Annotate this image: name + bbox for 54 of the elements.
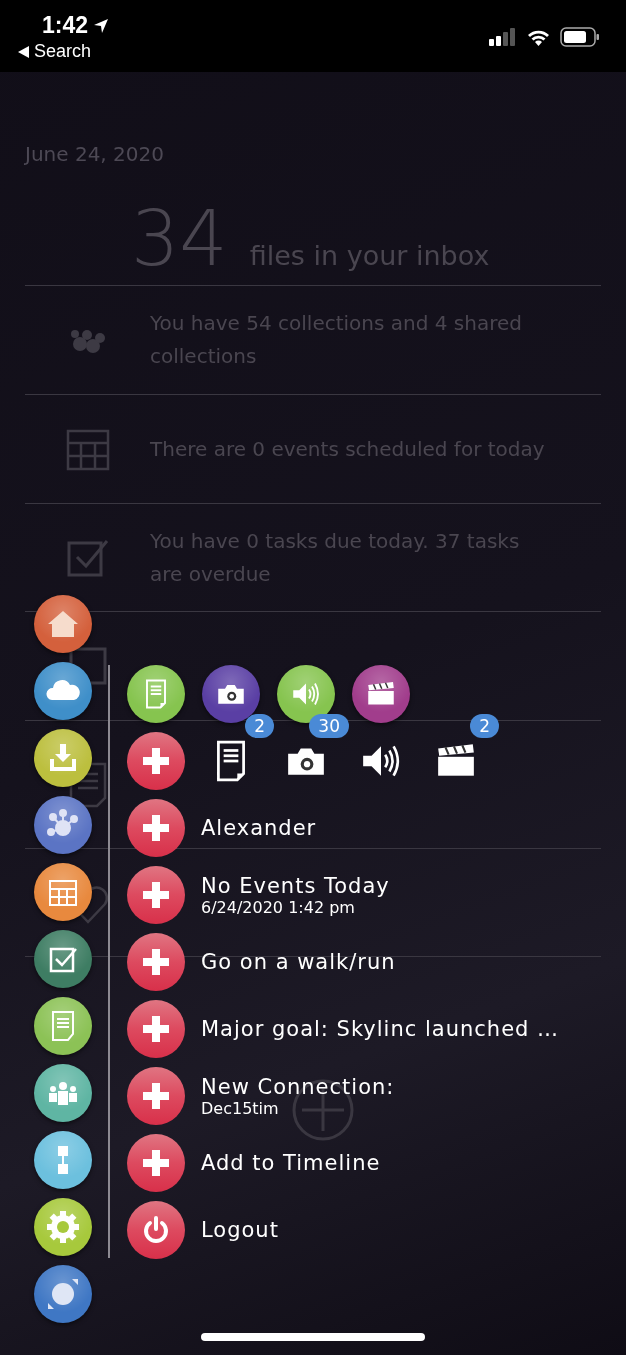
add-button[interactable]: [127, 933, 185, 991]
settings-icon: [46, 1210, 80, 1244]
sync-icon: [46, 1277, 80, 1311]
menu-item-title[interactable]: Logout: [201, 1218, 279, 1242]
add-button[interactable]: [127, 1000, 185, 1058]
battery-icon: [560, 27, 600, 47]
inbox-count: 34: [131, 194, 228, 283]
location-arrow-icon: [93, 17, 110, 34]
menu-circle-button[interactable]: [34, 1198, 92, 1256]
add-button[interactable]: [127, 1067, 185, 1125]
menu-circle-button[interactable]: [34, 863, 92, 921]
back-triangle-icon: [18, 45, 29, 58]
logout-button[interactable]: [127, 1201, 185, 1259]
signal-icon: [489, 28, 517, 46]
menu-item-subtitle: Dec15tim: [201, 1098, 280, 1118]
plus-icon: [143, 748, 169, 774]
plus-icon: [143, 815, 169, 841]
menu-circle-button[interactable]: [34, 729, 92, 787]
menu-circle-button[interactable]: [34, 662, 92, 720]
count-badge: 2: [245, 714, 274, 738]
menu-item-title[interactable]: New Connection:: [201, 1074, 395, 1099]
power-icon: [142, 1216, 170, 1244]
menu-circle-button[interactable]: [34, 930, 92, 988]
add-button[interactable]: [127, 799, 185, 857]
menu-circle-button[interactable]: [34, 595, 92, 653]
back-link[interactable]: Search: [18, 41, 110, 62]
add-button[interactable]: [127, 866, 185, 924]
count-badge: 2: [470, 714, 499, 738]
clock-time: 1:42: [42, 12, 89, 39]
connector-icon: [57, 1145, 69, 1175]
add-button[interactable]: [127, 732, 185, 790]
menu-circle-button[interactable]: [34, 1131, 92, 1189]
menu-item-title[interactable]: Go on a walk/run: [201, 950, 396, 974]
menu-item-title[interactable]: Alexander: [201, 816, 317, 840]
wifi-icon: [526, 28, 551, 46]
menu-item-title[interactable]: No Events Today: [201, 873, 390, 898]
plus-icon: [143, 1083, 169, 1109]
plus-icon: [143, 1016, 169, 1042]
menu-circle-button[interactable]: [34, 1265, 92, 1323]
back-label[interactable]: Search: [34, 41, 92, 62]
menu-item-subtitle: 6/24/2020 1:42 pm: [201, 897, 356, 917]
plus-icon: [143, 1150, 169, 1176]
menu-circle-button[interactable]: [34, 1064, 92, 1122]
menu-circle-button[interactable]: [34, 796, 92, 854]
plus-icon: [143, 882, 169, 908]
menu-circle-button[interactable]: [34, 997, 92, 1055]
count-badge: 30: [309, 714, 349, 738]
add-button[interactable]: [127, 1134, 185, 1192]
category-button[interactable]: [352, 665, 410, 723]
plus-icon: [143, 949, 169, 975]
category-button[interactable]: [127, 665, 185, 723]
date-label: June 24, 2020: [25, 142, 165, 166]
menu-item-title[interactable]: Add to Timeline: [201, 1151, 381, 1175]
menu-item-title[interactable]: Major goal: Skylinc launched …: [201, 1017, 560, 1041]
